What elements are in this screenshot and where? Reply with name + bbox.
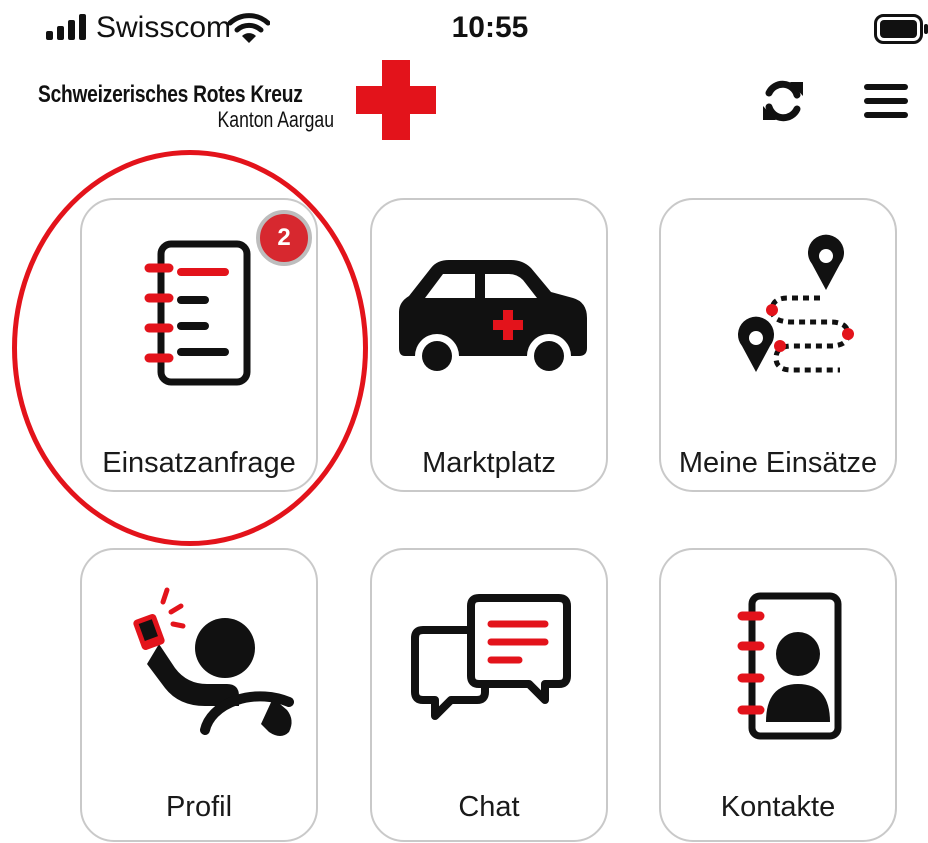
- tile-label: Marktplatz: [422, 447, 556, 479]
- red-cross-icon: [356, 60, 436, 140]
- status-time: 10:55: [451, 11, 529, 44]
- tile-label: Einsatzanfrage: [102, 447, 296, 479]
- tile-label: Chat: [458, 791, 520, 823]
- driver-with-phone-icon: [133, 587, 294, 736]
- tile-chat[interactable]: Chat: [370, 548, 608, 842]
- carrier-name: Swisscom: [96, 11, 232, 44]
- tile-einsatzanfrage[interactable]: Einsatzanfrage 2: [80, 198, 318, 492]
- tile-marktplatz[interactable]: Marktplatz: [370, 198, 608, 492]
- contact-book-icon: [737, 592, 842, 740]
- tile-label: Kontakte: [720, 791, 836, 823]
- tile-label: Meine Einsätze: [678, 447, 878, 479]
- app-header: Schweizerisches Rotes Kreuz Kanton Aarga…: [0, 60, 928, 150]
- chat-bubbles-icon: [411, 594, 571, 720]
- sync-icon[interactable]: [760, 78, 806, 124]
- tile-kontakte[interactable]: Kontakte: [659, 548, 897, 842]
- org-name: Schweizerisches Rotes Kreuz: [38, 81, 303, 108]
- cellular-signal-icon: [46, 14, 86, 40]
- wifi-icon: [228, 13, 270, 43]
- org-subtitle: Kanton Aargau: [217, 107, 334, 132]
- notification-badge: 2: [256, 210, 312, 266]
- tile-profil[interactable]: Profil: [80, 548, 318, 842]
- hamburger-menu-icon[interactable]: [864, 82, 908, 120]
- medical-car-icon: [399, 260, 587, 378]
- battery-icon: [874, 14, 928, 44]
- route-map-pins-icon: [738, 234, 854, 373]
- org-logo-text: Schweizerisches Rotes Kreuz Kanton Aarga…: [38, 82, 334, 132]
- status-bar: Swisscom 10:55: [0, 0, 928, 60]
- tile-meine-einsaetze[interactable]: Meine Einsätze: [659, 198, 897, 492]
- tile-label: Profil: [165, 791, 233, 823]
